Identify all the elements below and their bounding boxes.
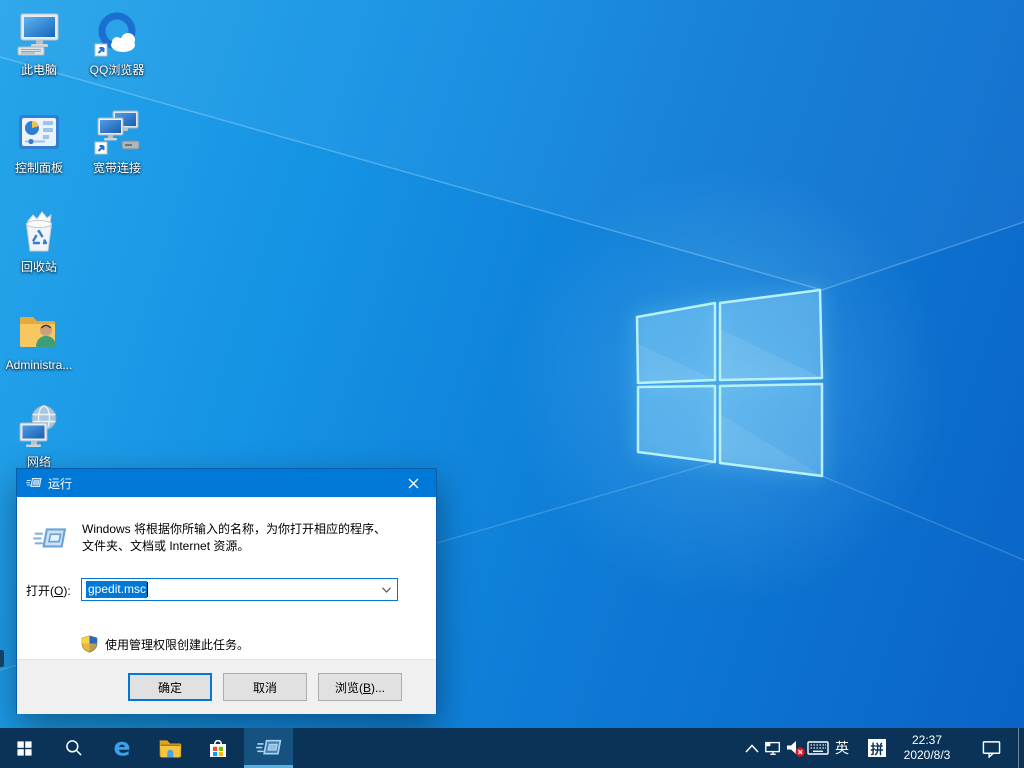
tray-language-indicator[interactable]: 英 <box>832 728 852 768</box>
desktop-icon-network[interactable]: 网络 <box>1 402 77 469</box>
desktop-icon-label: Administra... <box>1 358 77 372</box>
uac-shield-icon <box>81 635 98 653</box>
ok-button[interactable]: 确定 <box>128 673 212 701</box>
run-dialog-body: Windows 将根据你所输入的名称，为你打开相应的程序、 文件夹、文档或 In… <box>17 497 436 659</box>
qq-browser-icon <box>93 10 141 58</box>
clock-time: 22:37 <box>912 733 942 748</box>
taskbar-run-button-active[interactable] <box>244 728 293 768</box>
start-icon <box>16 740 33 757</box>
clock-date: 2020/8/3 <box>904 748 951 763</box>
taskbar-clock[interactable]: 22:37 2020/8/3 <box>894 728 960 768</box>
run-window-icon <box>26 475 42 491</box>
network-tray-icon <box>763 739 783 757</box>
open-input-selected-text: gpedit.msc <box>86 581 147 598</box>
open-field-label: 打开(O): <box>26 582 71 599</box>
broadband-connection-icon <box>93 108 141 156</box>
close-button[interactable] <box>391 469 436 497</box>
uac-note-row: 使用管理权限创建此任务。 <box>81 635 249 653</box>
dialog-message-line1: Windows 将根据你所输入的名称，为你打开相应的程序、 <box>82 521 424 538</box>
taskbar-search-button[interactable] <box>50 728 98 768</box>
edge-icon: e <box>109 735 135 761</box>
run-dialog-titlebar[interactable]: 运行 <box>17 469 436 497</box>
text-caret <box>147 582 148 597</box>
search-icon <box>64 738 84 758</box>
control-panel-icon <box>15 108 63 156</box>
run-dialog: 运行 Windows 将根据你所输入的名称，为你打开相应的程序、 文件夹、文档或… <box>16 468 437 714</box>
dialog-message-line2: 文件夹、文档或 Internet 资源。 <box>82 538 424 555</box>
desktop-icon-label: 宽带连接 <box>79 161 155 175</box>
desktop-icon-label: 网络 <box>1 455 77 469</box>
desktop-icon-this-pc[interactable]: 此电脑 <box>1 10 77 77</box>
file-explorer-icon <box>157 735 183 761</box>
taskbar: e <box>0 728 1024 768</box>
dialog-message: Windows 将根据你所输入的名称，为你打开相应的程序、 文件夹、文档或 In… <box>82 521 424 555</box>
obscured-desktop-icon <box>0 650 4 667</box>
run-window-icon-large <box>33 522 67 556</box>
taskbar-file-explorer-button[interactable] <box>146 728 194 768</box>
uac-note-text: 使用管理权限创建此任务。 <box>105 636 249 653</box>
browse-button[interactable]: 浏览(B)... <box>318 673 402 701</box>
run-dialog-footer: 确定 取消 浏览(B)... <box>17 659 436 714</box>
chevron-up-icon <box>745 744 759 753</box>
open-input-dropdown-button[interactable] <box>379 582 394 597</box>
action-center-button[interactable] <box>976 728 1006 768</box>
svg-text:e: e <box>114 735 131 761</box>
desktop[interactable]: 此电脑 QQ浏览器 <box>0 0 1024 768</box>
touch-keyboard-icon <box>807 740 829 756</box>
chevron-down-icon <box>382 587 391 593</box>
tray-touch-keyboard-button[interactable] <box>806 728 830 768</box>
user-folder-icon <box>15 305 63 353</box>
desktop-icon-label: 回收站 <box>1 260 77 274</box>
recycle-bin-icon <box>15 207 63 255</box>
tray-network-icon-button[interactable] <box>762 728 784 768</box>
taskbar-edge-button[interactable]: e <box>98 728 146 768</box>
action-center-icon <box>981 739 1002 758</box>
store-icon <box>206 736 230 760</box>
start-button[interactable] <box>0 728 48 768</box>
windows-logo <box>630 284 830 484</box>
ime-mode-box: 拼 <box>868 739 886 757</box>
cancel-button[interactable]: 取消 <box>223 673 307 701</box>
show-desktop-button[interactable] <box>1018 728 1024 768</box>
tray-ime-indicator[interactable]: 拼 <box>866 728 888 768</box>
open-input[interactable]: gpedit.msc <box>81 578 398 601</box>
desktop-icon-qq-browser[interactable]: QQ浏览器 <box>79 10 155 77</box>
close-icon <box>408 478 419 489</box>
tray-expand-button[interactable] <box>742 728 762 768</box>
desktop-icon-label: QQ浏览器 <box>79 63 155 77</box>
tray-volume-muted-button[interactable] <box>784 728 806 768</box>
desktop-icon-control-panel[interactable]: 控制面板 <box>1 108 77 175</box>
desktop-icon-label: 控制面板 <box>1 161 77 175</box>
desktop-icon-administrator[interactable]: Administra... <box>1 305 77 372</box>
taskbar-store-button[interactable] <box>194 728 242 768</box>
this-pc-icon <box>15 10 63 58</box>
run-window-icon <box>256 735 282 761</box>
network-icon <box>15 402 63 450</box>
desktop-icon-recycle-bin[interactable]: 回收站 <box>1 207 77 274</box>
dialog-title: 运行 <box>48 475 72 492</box>
volume-muted-icon <box>785 739 806 758</box>
desktop-icon-broadband[interactable]: 宽带连接 <box>79 108 155 175</box>
desktop-icon-label: 此电脑 <box>1 63 77 77</box>
